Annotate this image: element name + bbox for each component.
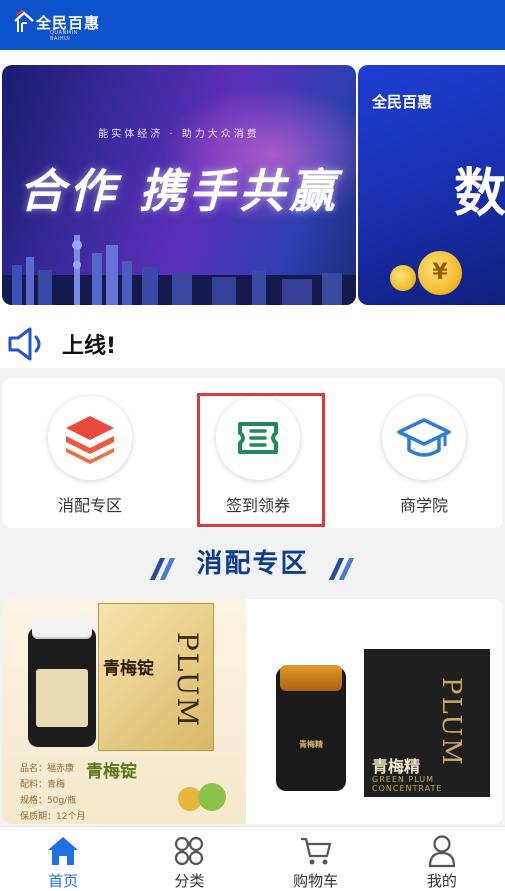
banner-next-logo: 全民百惠 <box>372 93 433 111</box>
tab-home[interactable]: 首页 <box>0 827 126 891</box>
tab-cart[interactable]: 购物车 <box>253 827 379 891</box>
product-info-line: 规格：50g/瓶 <box>20 796 77 806</box>
menu-item-consumption-zone[interactable]: 消配专区 <box>30 396 150 516</box>
coin-icon: ¥ <box>418 251 462 295</box>
notice-bar[interactable]: 上线! <box>0 320 505 368</box>
section-header: 消配专区 <box>0 538 505 594</box>
product-jar-label <box>36 669 88 727</box>
banner-carousel[interactable]: 能实体经济 · 助力大众消费 合作 携手共赢 全民百惠 数 ¥ <box>0 50 505 320</box>
product-info: 品名：福赤康 配料：青梅 规格：50g/瓶 保质期：12个月 <box>20 761 85 824</box>
graduation-cap-icon <box>382 396 466 480</box>
city-skyline-image <box>2 235 356 305</box>
product-image-left[interactable]: 青梅锭 PLUM 品名：福赤康 配料：青梅 规格：50g/瓶 保质期：12个月 … <box>2 599 246 824</box>
banner-subtitle: 能实体经济 · 助力大众消费 <box>98 129 260 140</box>
tab-label-profile: 我的 <box>426 872 457 890</box>
menu-item-checkin-coupon[interactable]: 签到领券 <box>197 393 325 527</box>
product-card[interactable]: 青梅锭 PLUM 品名：福赤康 配料：青梅 规格：50g/瓶 保质期：12个月 … <box>2 599 503 824</box>
coupon-icon <box>216 396 300 480</box>
quick-menu: 消配专区 签到领券 商学院 <box>2 378 503 528</box>
product-box-dark-subtitle: GREEN PLUM CONCENTRATE <box>372 775 443 793</box>
app-logo[interactable]: 全民百惠 QUANMIN BAIHUI <box>14 6 100 42</box>
tab-profile[interactable]: 我的 <box>379 827 505 891</box>
banner-slide-next[interactable]: 全民百惠 数 ¥ <box>358 65 505 305</box>
coin-small-icon <box>390 265 416 291</box>
layers-icon <box>48 396 132 480</box>
product-info-line: 配料：青梅 <box>20 780 66 790</box>
decor-slashes-left <box>149 557 177 580</box>
product-name: 青梅锭 <box>86 762 137 782</box>
decor-slashes-right <box>328 557 356 580</box>
product-box-name: 青梅锭 <box>103 659 154 679</box>
tab-label-category: 分类 <box>174 872 205 890</box>
product-jar-dark-cap <box>280 665 342 691</box>
menu-label-checkin-coupon: 签到领券 <box>225 496 290 515</box>
home-icon <box>45 834 81 868</box>
banner-slide-active[interactable]: 能实体经济 · 助力大众消费 合作 携手共赢 <box>2 65 356 305</box>
notice-text: 上线! <box>62 334 117 359</box>
product-box-brand: PLUM <box>171 632 204 729</box>
bottom-tab-bar: 首页 分类 购物车 我的 <box>0 826 505 891</box>
banner-headline: 合作 携手共赢 <box>18 164 339 218</box>
top-bar: 全民百惠 QUANMIN BAIHUI <box>0 0 505 50</box>
banner-next-headline: 数 <box>454 164 505 224</box>
product-box-gold: 青梅锭 PLUM <box>98 603 214 751</box>
product-info-line: 品名：福赤康 <box>20 764 75 774</box>
app-name-en: QUANMIN BAIHUI <box>50 30 78 42</box>
tab-category[interactable]: 分类 <box>126 827 252 891</box>
user-icon <box>424 834 460 868</box>
product-image-right[interactable]: 青梅精 PLUM 青梅精 GREEN PLUM CONCENTRATE <box>246 599 503 824</box>
tab-label-cart: 购物车 <box>293 872 339 890</box>
menu-label-business-school: 商学院 <box>399 496 448 515</box>
tab-label-home: 首页 <box>48 872 79 890</box>
speaker-icon <box>8 327 41 361</box>
product-jar-cap <box>32 617 92 639</box>
category-icon <box>171 834 207 868</box>
section-title: 消配专区 <box>196 549 309 579</box>
product-box-dark: PLUM 青梅精 GREEN PLUM CONCENTRATE <box>364 649 490 797</box>
menu-label-consumption-zone: 消配专区 <box>57 496 122 515</box>
product-box-dark-name: 青梅精 <box>372 757 421 776</box>
menu-item-business-school[interactable]: 商学院 <box>364 396 484 516</box>
house-logo-icon <box>14 10 34 32</box>
product-info-line: 保质期：12个月 <box>20 812 86 822</box>
product-box-dark-brand: PLUM <box>436 677 466 767</box>
plum-fruit-image <box>198 783 226 811</box>
product-jar-dark-label: 青梅精 <box>299 740 323 749</box>
cart-icon <box>298 834 334 868</box>
